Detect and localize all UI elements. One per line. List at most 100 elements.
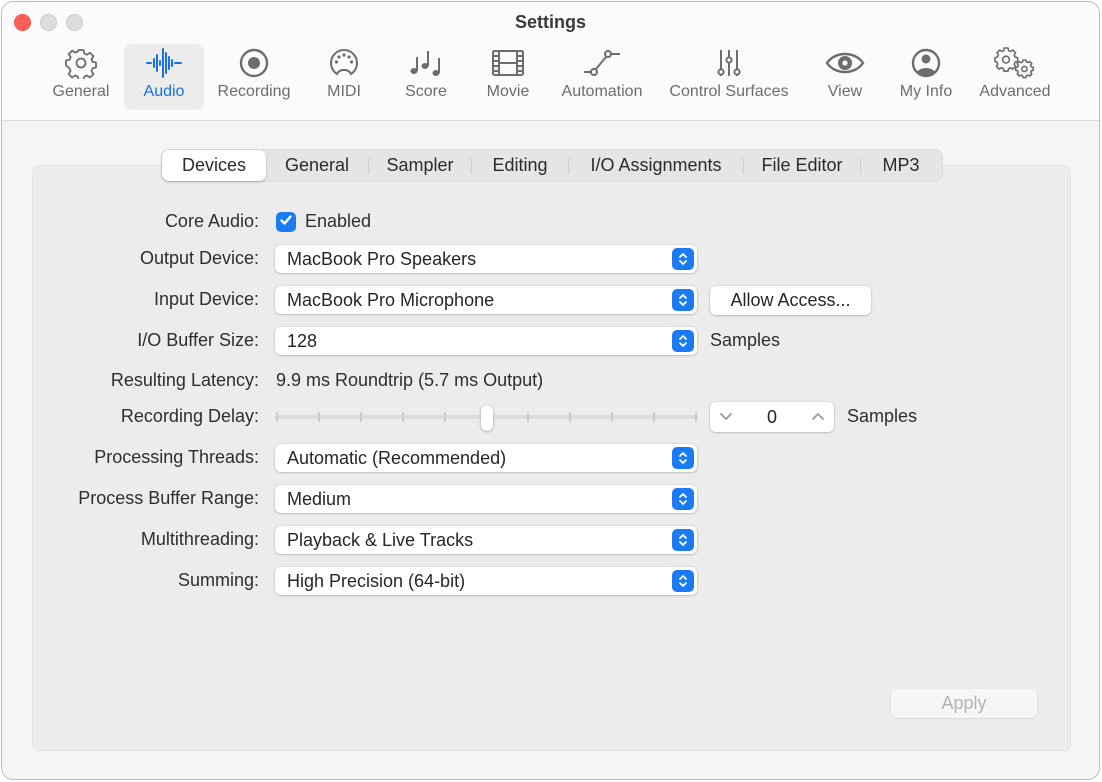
output-device-popup[interactable]: MacBook Pro Speakers bbox=[275, 245, 697, 273]
slider-tick bbox=[401, 412, 404, 422]
allow-access-button[interactable]: Allow Access... bbox=[710, 286, 871, 315]
io-buffer-size-label: I/O Buffer Size: bbox=[137, 330, 259, 350]
chevron-up-icon bbox=[811, 408, 825, 426]
toolbar-item-label: Control Surfaces bbox=[669, 83, 789, 100]
popup-stepper-icon bbox=[672, 289, 694, 311]
input-device-popup[interactable]: MacBook Pro Microphone bbox=[275, 286, 697, 314]
checkmark-icon bbox=[279, 213, 293, 232]
popup-stepper-icon bbox=[672, 248, 694, 270]
recording-delay-stepper[interactable]: 0 bbox=[710, 402, 834, 432]
midi-connector-icon bbox=[328, 47, 360, 79]
increment-button[interactable] bbox=[809, 408, 827, 426]
toolbar-item-recording[interactable]: Recording bbox=[210, 44, 298, 110]
toolbar-item-label: MIDI bbox=[327, 83, 361, 100]
toolbar: Settings General Audio Recording MIDI Sc… bbox=[2, 2, 1099, 121]
resulting-latency-value: 9.9 ms Roundtrip (5.7 ms Output) bbox=[276, 370, 544, 390]
toolbar-item-advanced[interactable]: Advanced bbox=[973, 44, 1057, 110]
popup-stepper-icon bbox=[672, 570, 694, 592]
input-device-label: Input Device: bbox=[153, 289, 259, 309]
recording-delay-unit: Samples bbox=[847, 406, 918, 426]
toolbar-item-label: Advanced bbox=[979, 83, 1051, 100]
summing-value: High Precision (64-bit) bbox=[287, 570, 466, 591]
toolbar-item-movie[interactable]: Movie bbox=[478, 44, 538, 110]
toolbar-item-label: General bbox=[52, 83, 110, 100]
tab-devices[interactable]: Devices bbox=[162, 150, 266, 181]
tab-io-assignments[interactable]: I/O Assignments bbox=[569, 150, 743, 181]
multithreading-popup[interactable]: Playback & Live Tracks bbox=[275, 526, 697, 554]
toolbar-item-label: Audio bbox=[143, 83, 185, 100]
toolbar-item-label: Recording bbox=[217, 83, 291, 100]
slider-tick bbox=[317, 412, 320, 422]
output-device-label: Output Device: bbox=[139, 248, 259, 268]
multithreading-value: Playback & Live Tracks bbox=[287, 529, 474, 550]
resulting-latency-label: Resulting Latency: bbox=[110, 370, 259, 390]
slider-tick bbox=[653, 412, 656, 422]
toolbar-item-label: Movie bbox=[486, 83, 530, 100]
toolbar-item-label: View bbox=[827, 83, 863, 100]
toolbar-item-label: Automation bbox=[561, 83, 643, 100]
process-buffer-range-label: Process Buffer Range: bbox=[78, 488, 259, 508]
core-audio-checkbox[interactable] bbox=[276, 212, 296, 232]
toolbar-item-label: My Info bbox=[899, 83, 953, 100]
slider-tick bbox=[695, 412, 697, 422]
toolbar-item-general[interactable]: General bbox=[45, 44, 117, 110]
process-buffer-range-popup[interactable]: Medium bbox=[275, 485, 697, 513]
toolbar-item-score[interactable]: Score bbox=[395, 44, 457, 110]
io-buffer-size-value: 128 bbox=[287, 330, 318, 351]
tab-editing[interactable]: Editing bbox=[472, 150, 568, 181]
record-icon bbox=[238, 47, 270, 79]
popup-stepper-icon bbox=[672, 529, 694, 551]
recording-delay-label: Recording Delay: bbox=[120, 406, 259, 426]
sliders-icon bbox=[713, 47, 745, 79]
slider-tick bbox=[359, 412, 362, 422]
slider-thumb[interactable] bbox=[480, 405, 493, 431]
popup-stepper-icon bbox=[672, 330, 694, 352]
slider-tick bbox=[443, 412, 446, 422]
recording-delay-slider[interactable] bbox=[275, 405, 698, 431]
input-device-value: MacBook Pro Microphone bbox=[287, 289, 495, 310]
gear-icon bbox=[65, 47, 97, 79]
output-device-value: MacBook Pro Speakers bbox=[287, 248, 477, 269]
toolbar-item-label: Score bbox=[405, 83, 447, 100]
processing-threads-popup[interactable]: Automatic (Recommended) bbox=[275, 444, 697, 472]
music-notes-icon bbox=[408, 47, 444, 79]
gears-icon bbox=[994, 46, 1036, 80]
toolbar-item-midi[interactable]: MIDI bbox=[314, 44, 374, 110]
tab-general[interactable]: General bbox=[266, 150, 368, 181]
multithreading-label: Multithreading: bbox=[140, 529, 259, 549]
eye-icon bbox=[825, 49, 865, 77]
io-buffer-size-popup[interactable]: 128 bbox=[275, 327, 697, 355]
slider-tick bbox=[569, 412, 572, 422]
summing-label: Summing: bbox=[177, 570, 259, 590]
core-audio-label: Core Audio: bbox=[164, 211, 259, 231]
process-buffer-range-value: Medium bbox=[287, 488, 352, 509]
film-icon bbox=[491, 48, 525, 78]
core-audio-enabled-label[interactable]: Enabled bbox=[305, 211, 371, 232]
waveform-icon bbox=[145, 47, 183, 79]
toolbar-item-audio[interactable]: Audio bbox=[124, 44, 204, 110]
popup-stepper-icon bbox=[672, 447, 694, 469]
toolbar-item-view[interactable]: View bbox=[817, 44, 873, 110]
io-buffer-size-unit: Samples bbox=[710, 330, 781, 350]
person-circle-icon bbox=[910, 47, 942, 79]
chevron-down-icon bbox=[719, 408, 733, 426]
slider-tick bbox=[611, 412, 614, 422]
popup-stepper-icon bbox=[672, 488, 694, 510]
toolbar-item-control-surfaces[interactable]: Control Surfaces bbox=[662, 44, 796, 110]
processing-threads-label: Processing Threads: bbox=[94, 447, 259, 467]
toolbar-item-automation[interactable]: Automation bbox=[555, 44, 649, 110]
apply-button[interactable]: Apply bbox=[891, 689, 1037, 718]
automation-curve-icon bbox=[582, 47, 622, 79]
recording-delay-value[interactable]: 0 bbox=[767, 407, 777, 428]
tab-file-editor[interactable]: File Editor bbox=[744, 150, 860, 181]
toolbar-item-my-info[interactable]: My Info bbox=[893, 44, 959, 110]
processing-threads-value: Automatic (Recommended) bbox=[287, 447, 507, 468]
tab-sampler[interactable]: Sampler bbox=[369, 150, 471, 181]
window-title: Settings bbox=[514, 12, 586, 32]
settings-window: Settings General Audio Recording MIDI Sc… bbox=[1, 1, 1100, 780]
tab-mp3[interactable]: MP3 bbox=[861, 150, 941, 181]
decrement-button[interactable] bbox=[717, 408, 735, 426]
tab-bar: Devices General Sampler Editing I/O Assi… bbox=[161, 149, 943, 182]
summing-popup[interactable]: High Precision (64-bit) bbox=[275, 567, 697, 595]
slider-tick bbox=[276, 412, 278, 422]
